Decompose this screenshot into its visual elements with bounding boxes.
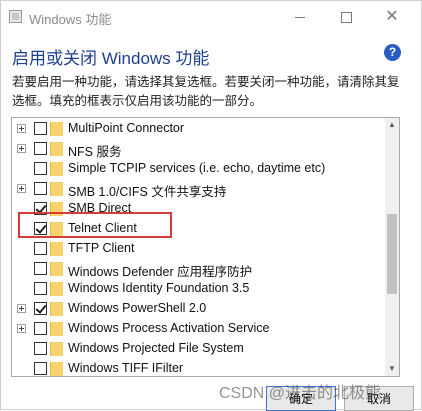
feature-checkbox[interactable] [34, 342, 47, 355]
feature-label: Windows PowerShell 2.0 [68, 301, 207, 315]
close-button[interactable]: ✕ [369, 1, 415, 33]
feature-checkbox[interactable] [34, 262, 47, 275]
vertical-scrollbar[interactable]: ▲ ▼ [385, 118, 399, 376]
minimize-icon [295, 16, 305, 18]
scroll-down-icon[interactable]: ▼ [385, 362, 399, 376]
feature-checkbox[interactable] [34, 242, 47, 255]
watermark: CSDN @进击的北极熊 [219, 385, 382, 402]
highlight-box [18, 212, 172, 238]
windows-features-dialog: Windows 功能 ✕ 启用或关闭 Windows 功能 ? 若要启用一种功能… [0, 0, 422, 411]
close-icon: ✕ [385, 8, 399, 25]
feature-checkbox[interactable] [34, 302, 47, 315]
expand-plus-icon[interactable] [17, 184, 26, 193]
feature-label: Simple TCPIP services (i.e. echo, daytim… [68, 161, 326, 175]
feature-label: SMB 1.0/CIFS 文件共享支持 [68, 185, 227, 199]
feature-label: Windows Identity Foundation 3.5 [68, 281, 250, 295]
folder-icon [50, 142, 63, 156]
feature-label: Windows TIFF IFilter [68, 361, 184, 375]
feature-label: Windows Projected File System [68, 341, 244, 355]
feature-row[interactable]: Windows Defender 应用程序防护 [12, 259, 386, 279]
folder-icon [50, 362, 63, 376]
folder-icon [50, 342, 63, 356]
folder-icon [50, 282, 63, 296]
folder-icon [50, 182, 63, 196]
feature-checkbox[interactable] [34, 282, 47, 295]
feature-row[interactable]: Windows Process Activation Service [12, 319, 386, 339]
title-bar: Windows 功能 ✕ [1, 1, 421, 33]
feature-row[interactable]: SMB 1.0/CIFS 文件共享支持 [12, 179, 386, 199]
feature-checkbox[interactable] [34, 322, 47, 335]
feature-label: MultiPoint Connector [68, 121, 185, 135]
expand-plus-icon[interactable] [17, 324, 26, 333]
feature-label: TFTP Client [68, 241, 135, 255]
feature-row[interactable]: Windows TIFF IFilter [12, 359, 386, 376]
expand-plus-icon[interactable] [17, 304, 26, 313]
folder-icon [50, 242, 63, 256]
feature-checkbox[interactable] [34, 142, 47, 155]
expand-plus-icon[interactable] [17, 144, 26, 153]
folder-icon [50, 162, 63, 176]
folder-icon [50, 322, 63, 336]
folder-icon [50, 302, 63, 316]
feature-row[interactable]: Simple TCPIP services (i.e. echo, daytim… [12, 159, 386, 179]
maximize-icon [340, 11, 352, 23]
help-icon[interactable]: ? [384, 44, 401, 61]
feature-label: NFS 服务 [68, 145, 122, 159]
feature-row[interactable]: MultiPoint Connector [12, 119, 386, 139]
expand-plus-icon[interactable] [17, 124, 26, 133]
feature-label: Windows Defender 应用程序防护 [68, 265, 253, 279]
feature-checkbox[interactable] [34, 162, 47, 175]
feature-row[interactable]: TFTP Client [12, 239, 386, 259]
maximize-button[interactable] [323, 1, 369, 33]
description-text: 若要启用一种功能，请选择其复选框。若要关闭一种功能，请清除其复选框。填充的框表示… [12, 75, 400, 108]
feature-row[interactable]: Windows PowerShell 2.0 [12, 299, 386, 319]
feature-row[interactable]: Windows Identity Foundation 3.5 [12, 279, 386, 299]
window-title: Windows 功能 [29, 12, 112, 27]
feature-row[interactable]: NFS 服务 [12, 139, 386, 159]
feature-checkbox[interactable] [34, 122, 47, 135]
feature-label: Windows Process Activation Service [68, 321, 270, 335]
feature-row[interactable]: Windows Projected File System [12, 339, 386, 359]
page-title: 启用或关闭 Windows 功能 [12, 49, 210, 68]
folder-icon [50, 122, 63, 136]
app-icon [9, 10, 22, 23]
feature-list: MultiPoint Connector NFS 服务 Simple TCPIP s… [11, 117, 400, 377]
scrollbar-thumb[interactable] [387, 214, 397, 294]
feature-checkbox[interactable] [34, 362, 47, 375]
folder-icon [50, 262, 63, 276]
minimize-button[interactable] [277, 1, 323, 33]
scroll-up-icon[interactable]: ▲ [385, 118, 399, 132]
feature-checkbox[interactable] [34, 182, 47, 195]
